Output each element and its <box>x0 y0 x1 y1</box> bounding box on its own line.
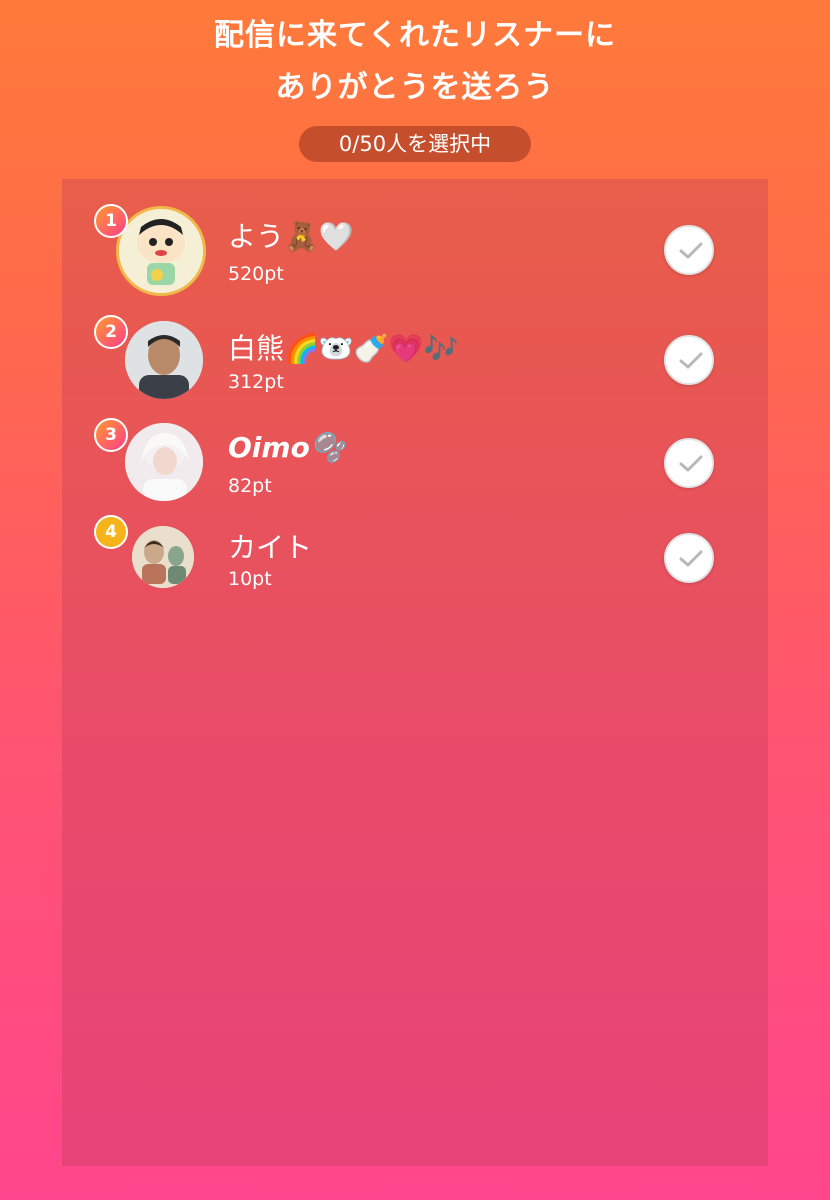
listener-points: 312pt <box>228 371 284 393</box>
selection-counter-badge: 0/50人を選択中 <box>299 126 531 162</box>
listener-name: カイト <box>228 531 313 564</box>
check-icon <box>679 550 703 567</box>
listener-row[interactable]: 4 カイト 10pt <box>62 512 768 612</box>
listener-list: 1 よう🧸🤍 520pt 2 <box>62 179 768 1166</box>
listener-name: 白熊🌈🐻‍❄️🍼💗🎶 <box>228 332 459 365</box>
listener-name: よう🧸🤍 <box>228 220 354 253</box>
listener-name: Oimo🫧 <box>228 431 345 464</box>
listener-row[interactable]: 3 Oimo🫧 82pt <box>62 413 768 513</box>
select-checkbox[interactable] <box>664 335 714 385</box>
select-checkbox[interactable] <box>664 533 714 583</box>
avatar <box>125 321 203 399</box>
check-icon <box>679 455 703 472</box>
listener-row[interactable]: 1 よう🧸🤍 520pt <box>62 201 768 301</box>
rank-badge: 3 <box>94 418 128 452</box>
avatar <box>132 526 194 588</box>
page-title-line1: 配信に来てくれたリスナーに <box>213 18 617 53</box>
avatar <box>125 423 203 501</box>
listener-points: 82pt <box>228 475 272 497</box>
listener-points: 520pt <box>228 263 284 285</box>
rank-badge: 4 <box>94 515 128 549</box>
check-icon <box>679 242 703 259</box>
select-checkbox[interactable] <box>664 225 714 275</box>
select-checkbox[interactable] <box>664 438 714 488</box>
page-title-line2: ありがとうを送ろう <box>275 70 555 105</box>
rank-badge: 1 <box>94 204 128 238</box>
avatar <box>116 206 206 296</box>
listener-row[interactable]: 2 白熊🌈🐻‍❄️🍼💗🎶 312pt <box>62 309 768 409</box>
check-icon <box>679 352 703 369</box>
rank-badge: 2 <box>94 315 128 349</box>
listener-points: 10pt <box>228 568 272 590</box>
